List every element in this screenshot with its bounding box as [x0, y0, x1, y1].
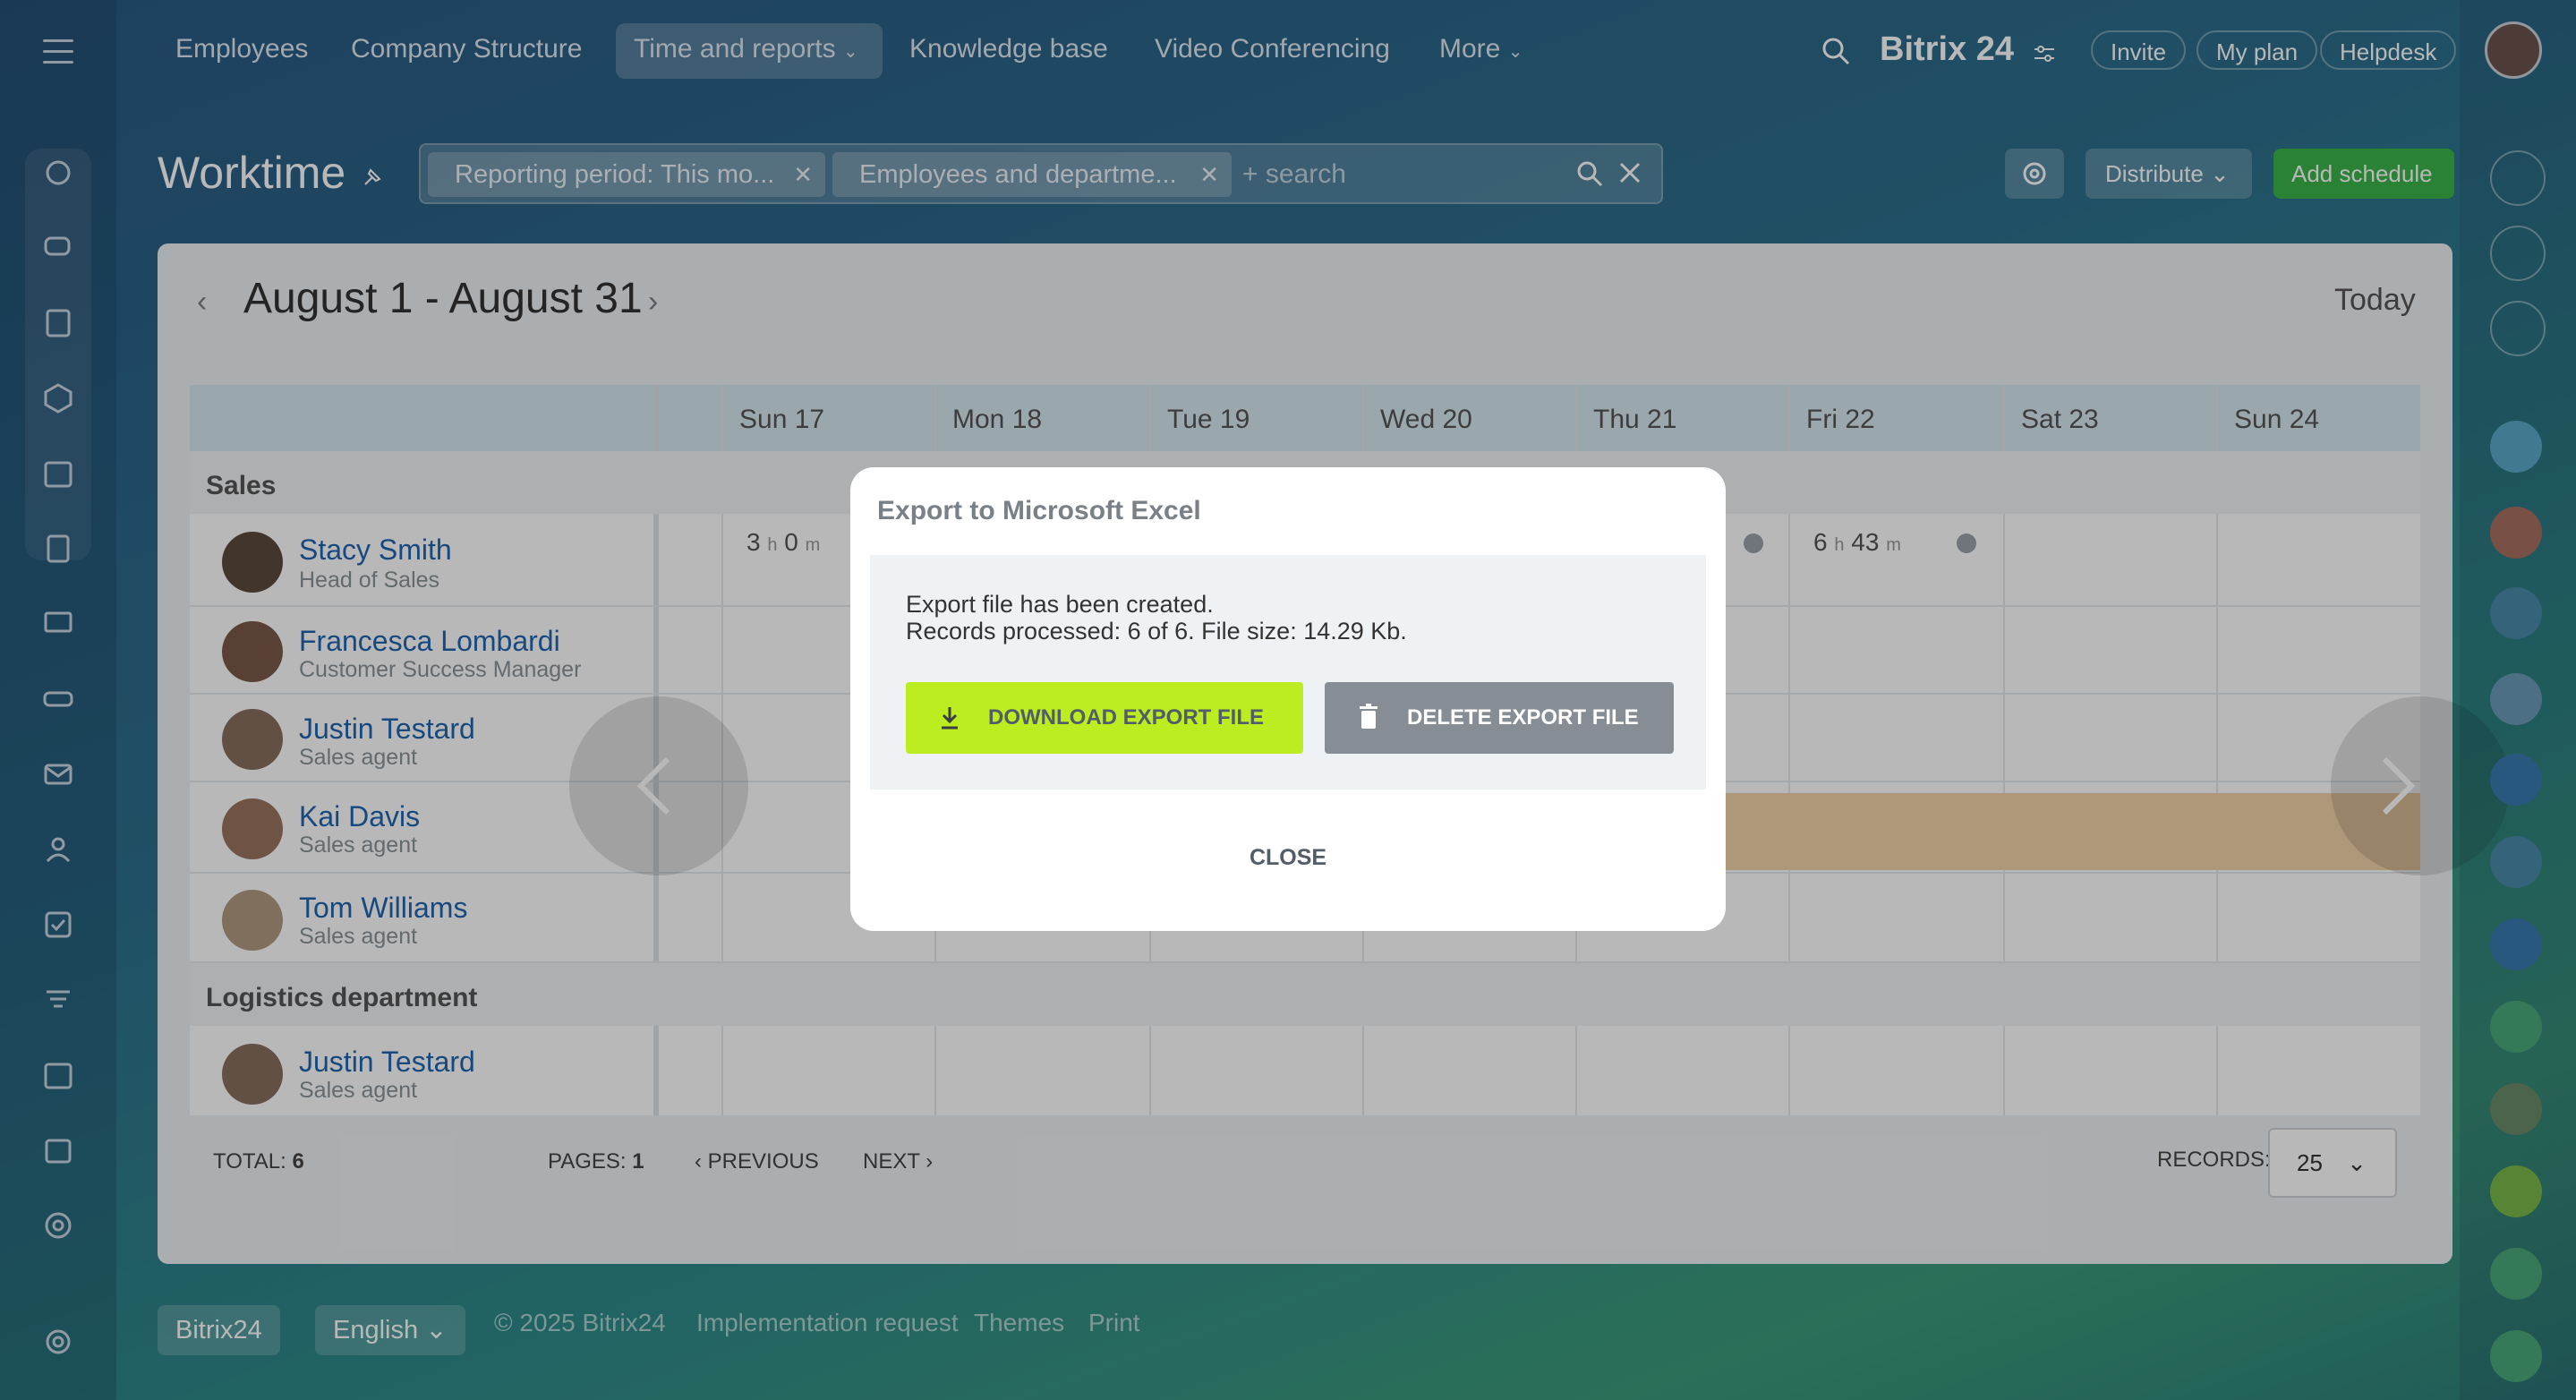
download-icon: [942, 707, 958, 730]
delete-export-button[interactable]: DELETE EXPORT FILE: [1325, 682, 1674, 754]
export-message: Export file has been created.: [906, 591, 1214, 618]
download-export-button[interactable]: DOWNLOAD EXPORT FILE: [906, 682, 1303, 754]
export-status: Export file has been created. Records pr…: [906, 591, 1407, 645]
delete-export-label: DELETE EXPORT FILE: [1407, 705, 1639, 730]
export-stats: Records processed: 6 of 6. File size: 14…: [906, 618, 1407, 645]
dialog-body: Export file has been created. Records pr…: [870, 555, 1706, 790]
download-export-label: DOWNLOAD EXPORT FILE: [988, 705, 1264, 730]
trash-icon: [1360, 704, 1378, 729]
dialog-title: Export to Microsoft Excel: [877, 496, 1201, 525]
close-button[interactable]: CLOSE: [850, 845, 1726, 871]
export-dialog: Export to Microsoft Excel Export file ha…: [850, 467, 1726, 931]
